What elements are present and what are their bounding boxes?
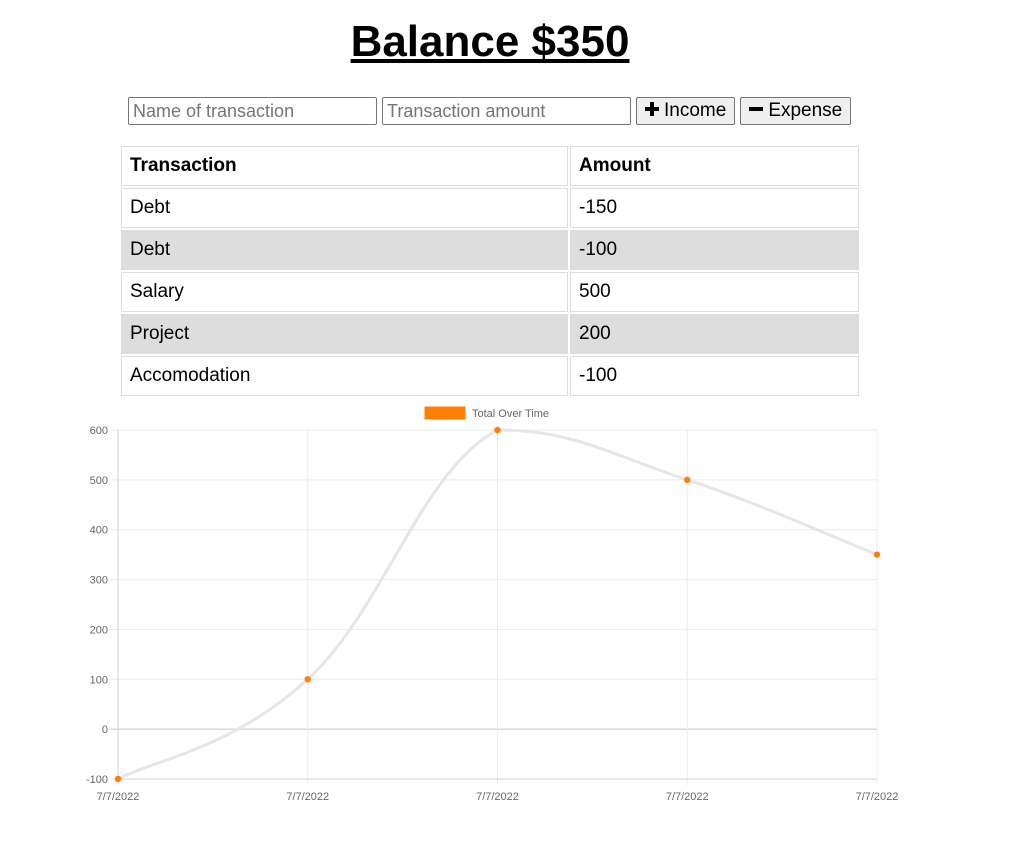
table-header-row: Transaction Amount (121, 146, 859, 186)
x-tick-label: 7/7/2022 (286, 791, 329, 803)
expense-button-label: Expense (768, 100, 843, 121)
transaction-form: Income Expense (128, 97, 856, 125)
x-tick-label: 7/7/2022 (476, 791, 519, 803)
y-tick-label: 100 (90, 674, 108, 686)
transaction-name: Salary (121, 272, 568, 312)
y-tick-label: 600 (90, 425, 108, 437)
legend-swatch (424, 406, 466, 420)
y-tick-label: -100 (86, 774, 108, 786)
transaction-amount: -100 (570, 230, 859, 270)
total-over-time-chart: 600 500 400 300 200 100 0 -100 7/7/2022 7/7/2022 7… (0, 400, 1017, 820)
table-row: Project 200 (121, 314, 859, 354)
add-expense-button[interactable]: Expense (740, 97, 852, 125)
transaction-name: Accomodation (121, 356, 568, 396)
data-point (494, 426, 501, 434)
transaction-name: Debt (121, 230, 568, 270)
x-tick-label: 7/7/2022 (666, 791, 709, 803)
y-tick-label: 0 (102, 724, 108, 736)
y-tick-label: 200 (90, 624, 108, 636)
transaction-amount: 200 (570, 314, 859, 354)
transaction-name-input[interactable] (128, 97, 377, 125)
table-row: Debt -100 (121, 230, 859, 270)
table-row: Accomodation -100 (121, 356, 859, 396)
data-point (684, 476, 691, 484)
table-row: Salary 500 (121, 272, 859, 312)
transaction-amount: -150 (570, 188, 859, 228)
y-tick-label: 400 (90, 525, 108, 537)
header-amount: Amount (570, 146, 859, 186)
x-tick-label: 7/7/2022 (97, 791, 140, 803)
plus-icon (645, 100, 659, 122)
add-income-button[interactable]: Income (636, 97, 736, 125)
transaction-name: Project (121, 314, 568, 354)
y-tick-label: 500 (90, 475, 108, 487)
table-row: Debt -150 (121, 188, 859, 228)
income-button-label: Income (664, 100, 727, 121)
minus-icon (749, 100, 764, 122)
chart-svg: 600 500 400 300 200 100 0 -100 7/7/2022 7/7/2022 7… (86, 406, 899, 803)
transaction-name: Debt (121, 188, 568, 228)
transaction-amount: -100 (570, 356, 859, 396)
x-tick-label: 7/7/2022 (856, 791, 899, 803)
transactions-table: Transaction Amount Debt -150 Debt -100 S… (119, 144, 861, 398)
budget-page: Balance $350 Income Expense Transaction … (0, 0, 1017, 857)
data-point (114, 775, 122, 783)
balance-heading: Balance $350 (350, 17, 630, 66)
transaction-amount: 500 (570, 272, 859, 312)
data-point (304, 676, 311, 683)
transaction-amount-input[interactable] (382, 97, 631, 125)
y-tick-label: 300 (90, 575, 108, 587)
data-point (873, 551, 881, 558)
legend-label: Total Over Time (472, 408, 549, 420)
header-transaction: Transaction (121, 146, 568, 186)
